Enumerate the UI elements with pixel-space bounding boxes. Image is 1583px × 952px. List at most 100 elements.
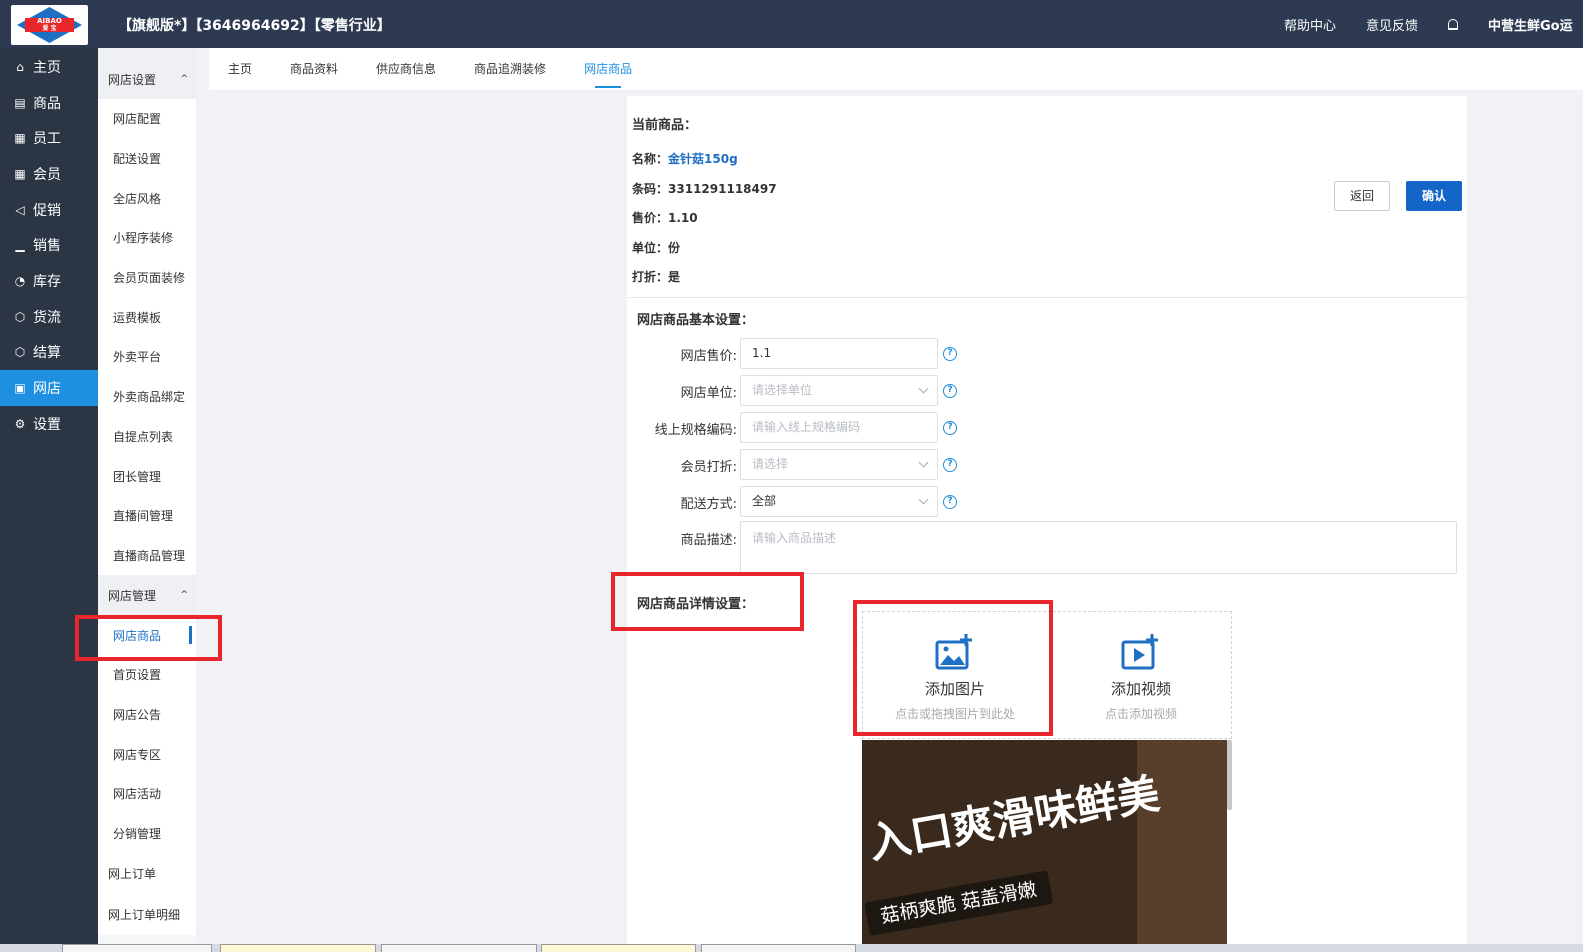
- submenu-item[interactable]: 全店风格: [98, 178, 196, 219]
- help-icon[interactable]: ?: [943, 421, 957, 435]
- online-store-gift-icon: ▣: [14, 381, 26, 396]
- banner-sub-text: 菇柄爽脆 菇盖滑嫩: [864, 870, 1054, 936]
- nav-item-settlement[interactable]: ⬡ 结算: [0, 335, 98, 371]
- chevron-up-icon: ^: [180, 590, 188, 601]
- add-video-hint: 点击添加视频: [1104, 707, 1177, 721]
- help-icon[interactable]: ?: [943, 458, 957, 472]
- nav-item-staff[interactable]: ▦ 员工: [0, 120, 98, 156]
- submenu-item[interactable]: 网店专区: [98, 734, 196, 774]
- submenu-item[interactable]: 分销管理: [98, 813, 196, 854]
- home-icon: ⌂: [16, 59, 24, 74]
- delivery-method-select[interactable]: 全部: [740, 486, 938, 517]
- tab-traceability-decor[interactable]: 商品追溯装修: [474, 48, 546, 90]
- submenu-item[interactable]: 小程序装修: [98, 218, 196, 258]
- goods-name-link[interactable]: 金针菇150g: [668, 152, 738, 166]
- nav-item-home[interactable]: ⌂ 主页: [0, 49, 98, 85]
- bell-icon[interactable]: [1448, 19, 1458, 30]
- settings-gear-icon: ⚙: [14, 416, 26, 431]
- unit-label: 单位：: [632, 241, 669, 255]
- feedback-link[interactable]: 意见反馈: [1366, 15, 1418, 34]
- submenu-item[interactable]: 会员页面装修: [98, 257, 196, 298]
- banner-main-text: 入口爽滑味鲜美: [864, 768, 1164, 869]
- user-name[interactable]: 中营生鲜Go运: [1488, 15, 1583, 34]
- add-image-hint: 点击或拖拽图片到此处: [894, 707, 1015, 721]
- promotion-icon: ◁: [15, 202, 25, 217]
- nav-item-promotion[interactable]: ◁ 促销: [0, 192, 98, 228]
- nav-label: 商品: [33, 95, 61, 112]
- nav-item-goods[interactable]: ▤ 商品: [0, 85, 98, 121]
- member-discount-label: 会员打折:: [680, 460, 737, 475]
- goods-price-row: 售价：1.10: [632, 209, 698, 226]
- nav-label: 促销: [33, 202, 61, 219]
- chevron-down-icon: [918, 383, 929, 394]
- tab-goods-info[interactable]: 商品资料: [290, 48, 338, 90]
- submenu-item-online-orders[interactable]: 网上订单: [98, 853, 196, 895]
- submenu-item[interactable]: 网店公告: [98, 694, 196, 735]
- help-icon[interactable]: ?: [943, 495, 957, 509]
- detail-settings-title: 网店商品详情设置：: [637, 597, 755, 612]
- taskbar-button[interactable]: [541, 944, 696, 952]
- staff-icon: ▦: [14, 131, 26, 146]
- nav-label: 库存: [33, 273, 61, 290]
- submenu-group-store-settings[interactable]: 网店设置 ^: [98, 59, 196, 99]
- add-video-dropzone[interactable]: 添加视频 点击添加视频: [1049, 612, 1233, 740]
- nav-item-online-store[interactable]: ▣ 网店: [0, 370, 98, 406]
- add-image-label: 添加图片: [924, 680, 985, 698]
- nav-item-member[interactable]: ▦ 会员: [0, 156, 98, 192]
- taskbar-button[interactable]: [62, 944, 212, 952]
- taskbar-button[interactable]: [220, 944, 376, 952]
- submenu-item-online-goods[interactable]: 网店商品: [98, 615, 196, 655]
- tab-online-goods[interactable]: 网店商品: [584, 48, 632, 90]
- submenu-item[interactable]: 外卖商品绑定: [98, 376, 196, 417]
- online-price-input[interactable]: 1.1: [740, 338, 938, 369]
- help-icon[interactable]: ?: [943, 347, 957, 361]
- add-image-dropzone[interactable]: 添加图片 点击或拖拽图片到此处: [863, 612, 1047, 740]
- submenu-group-store-management[interactable]: 网店管理 ^: [98, 575, 196, 616]
- add-video-label: 添加视频: [1110, 680, 1171, 698]
- help-center-link[interactable]: 帮助中心: [1284, 15, 1336, 34]
- main-nav: ⌂ 主页 ▤ 商品 ▦ 员工 ▦ 会员 ◁ 促销 ▁ 销售 ◔ 库存 ⬡ 货流 ⬡ 结算 ▣ 网店 …: [0, 48, 98, 944]
- logo-text-bottom: 爱 宝: [42, 25, 57, 32]
- add-video-icon: [1121, 634, 1158, 670]
- nav-item-sales[interactable]: ▁ 销售: [0, 227, 98, 263]
- delivery-method-label: 配送方式:: [680, 497, 737, 512]
- member-discount-select[interactable]: 请选择: [740, 449, 938, 480]
- aibao-logo[interactable]: AIBAO 爱 宝: [11, 5, 88, 45]
- submenu-item[interactable]: 直播商品管理: [98, 535, 196, 576]
- submenu-item-online-order-details[interactable]: 网上订单明细: [98, 894, 196, 936]
- scrollbar[interactable]: [1227, 740, 1232, 810]
- name-label: 名称：: [632, 152, 669, 166]
- submenu-item[interactable]: 网店活动: [98, 774, 196, 814]
- submenu-item[interactable]: 自提点列表: [98, 416, 196, 457]
- taskbar-button[interactable]: [381, 944, 537, 952]
- section-divider: [627, 297, 1467, 298]
- submenu-item[interactable]: 外卖平台: [98, 337, 196, 377]
- submenu-item[interactable]: 首页设置: [98, 654, 196, 695]
- submenu-item[interactable]: 团长管理: [98, 456, 196, 496]
- sales-chart-icon: ▁: [15, 238, 25, 253]
- goods-barcode-row: 条码：3311291118497: [632, 180, 777, 197]
- submenu-item[interactable]: 直播间管理: [98, 495, 196, 536]
- nav-item-settings[interactable]: ⚙ 设置: [0, 406, 98, 442]
- inventory-pie-icon: ◔: [14, 273, 26, 288]
- online-unit-select[interactable]: 请选择单位: [740, 375, 938, 406]
- spec-code-input[interactable]: 请输入线上规格编码: [740, 412, 938, 443]
- description-textarea[interactable]: 请输入商品描述: [740, 521, 1457, 574]
- taskbar-button[interactable]: [701, 944, 856, 952]
- submenu-item[interactable]: 网店配置: [98, 99, 196, 139]
- confirm-button[interactable]: 确认: [1406, 181, 1462, 211]
- tab-home[interactable]: 主页: [228, 48, 252, 90]
- product-detail-image[interactable]: 入口爽滑味鲜美 菇柄爽脆 菇盖滑嫩: [862, 740, 1227, 944]
- nav-item-inventory[interactable]: ◔ 库存: [0, 263, 98, 299]
- tab-supplier-info[interactable]: 供应商信息: [376, 48, 436, 90]
- logo-text-top: AIBAO: [37, 17, 62, 25]
- submenu-item[interactable]: 配送设置: [98, 138, 196, 179]
- help-icon[interactable]: ?: [943, 384, 957, 398]
- delivery-value: 全部: [752, 494, 777, 508]
- current-goods-title: 当前商品：: [632, 118, 698, 133]
- media-upload-area: 添加图片 点击或拖拽图片到此处 添加视频 点击添加视频: [862, 611, 1232, 739]
- discount-label: 打折：: [632, 270, 669, 284]
- back-button[interactable]: 返回: [1334, 181, 1390, 211]
- submenu-item[interactable]: 运费模板: [98, 297, 196, 338]
- nav-item-logistics[interactable]: ⬡ 货流: [0, 299, 98, 335]
